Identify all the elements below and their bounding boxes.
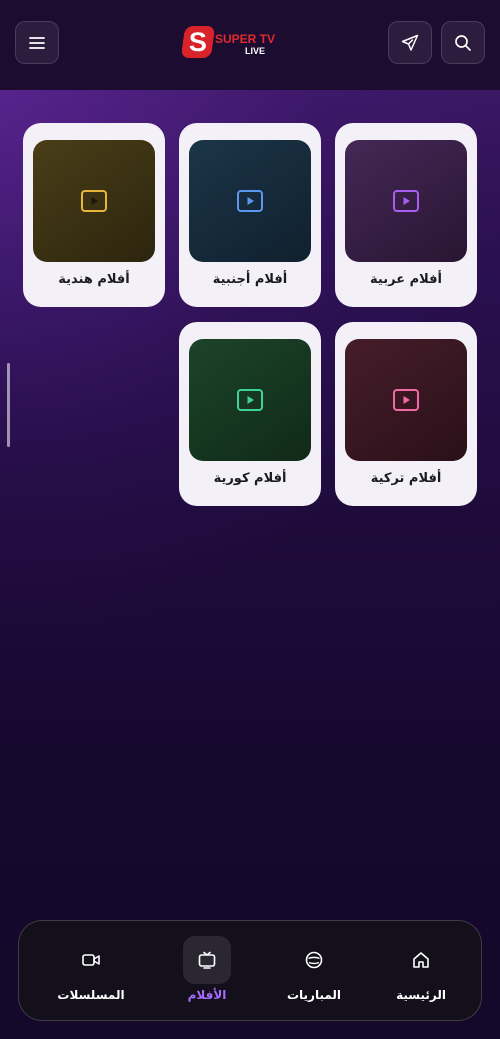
nav-label: المسلسلات: [57, 988, 125, 1002]
category-thumb: [33, 140, 155, 262]
category-label: أفلام تركية: [370, 471, 442, 486]
category-label: أفلام هندية: [58, 272, 130, 287]
scrollbar[interactable]: [7, 363, 10, 447]
header: S SUPER TV LIVE: [0, 0, 500, 90]
category-card-arabic[interactable]: أفلام عربية: [335, 123, 477, 307]
category-thumb: [189, 339, 311, 461]
logo-subtext: LIVE: [245, 46, 266, 56]
nav-item-matches[interactable]: المباريات: [264, 921, 364, 1022]
nav-item-series[interactable]: المسلسلات: [41, 921, 141, 1022]
nav-label: الأفلام: [187, 988, 227, 1002]
menu-button[interactable]: [15, 21, 59, 64]
ball-icon: [304, 950, 324, 970]
nav-icon-container: [397, 936, 445, 984]
play-icon: [236, 189, 264, 213]
play-icon: [236, 388, 264, 412]
menu-icon: [27, 33, 47, 53]
nav-icon-container: [183, 936, 231, 984]
category-thumb: [345, 140, 467, 262]
play-icon: [392, 388, 420, 412]
category-card-foreign[interactable]: أفلام أجنبية: [179, 123, 321, 307]
category-label: أفلام عربية: [370, 272, 442, 287]
search-button[interactable]: [441, 21, 485, 64]
nav-icon-container: [290, 936, 338, 984]
nav-label: المباريات: [286, 988, 342, 1002]
app-logo[interactable]: S SUPER TV LIVE: [180, 24, 275, 60]
category-card-indian[interactable]: أفلام هندية: [23, 123, 165, 307]
nav-label: الرئيسية: [396, 988, 446, 1002]
category-label: أفلام أجنبية: [212, 272, 288, 287]
category-card-korean[interactable]: أفلام كورية: [179, 322, 321, 506]
nav-icon-container: [67, 936, 115, 984]
nav-item-movies[interactable]: الأفلام: [157, 921, 257, 1022]
play-icon: [80, 189, 108, 213]
category-thumb: [345, 339, 467, 461]
category-thumb: [189, 140, 311, 262]
send-icon: [400, 33, 420, 53]
category-label: أفلام كورية: [213, 471, 287, 486]
play-icon: [392, 189, 420, 213]
search-icon: [453, 33, 473, 53]
tv-icon: [197, 950, 217, 970]
logo-text: SUPER TV: [215, 32, 276, 46]
home-icon: [411, 950, 431, 970]
category-card-turkish[interactable]: أفلام تركية: [335, 322, 477, 506]
logo-letter: S: [188, 26, 207, 57]
video-camera-icon: [81, 950, 101, 970]
logo-badge: S: [180, 26, 216, 58]
telegram-button[interactable]: [388, 21, 432, 64]
nav-item-home[interactable]: الرئيسية: [371, 921, 471, 1022]
bottom-nav: الرئيسية المباريات الأفلام المسلسلات: [18, 920, 482, 1021]
